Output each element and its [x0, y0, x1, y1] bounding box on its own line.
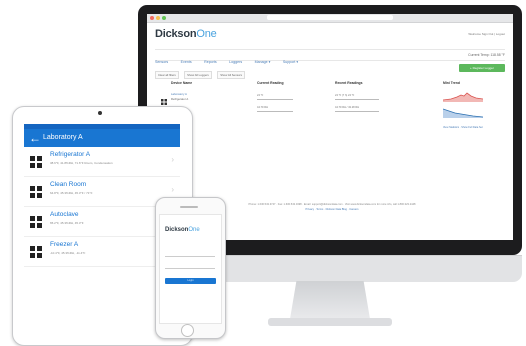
current-reading-value: 44.79 RH [257, 104, 293, 112]
app-logo[interactable]: DicksonOne [155, 28, 217, 40]
url-bar[interactable] [267, 15, 393, 20]
main-nav: Sensors Events Reports Loggers Manage ▾ … [155, 49, 505, 64]
nav-support[interactable]: Support ▾ [283, 60, 298, 64]
nav-manage[interactable]: Manage ▾ [255, 60, 271, 64]
logo-main: Dickson [155, 28, 197, 40]
item-readings: 38.6°F, 41.8%RH, 71.6°F Room, Condensati… [50, 161, 113, 165]
item-readings: -10.4°F, 45.3%RH, -11.4°F [50, 251, 86, 255]
chevron-right-icon: › [171, 185, 174, 194]
chevron-right-icon: › [171, 155, 174, 164]
ipad-header-title: Laboratory A [43, 134, 83, 141]
filter-clear[interactable]: Clear all filters [155, 71, 179, 79]
item-name: Refrigerator A [50, 151, 91, 158]
iphone-screen: DicksonOne Login [159, 214, 222, 324]
device-icon [161, 92, 167, 105]
filter-sensors[interactable]: Show All Sensors [217, 71, 246, 79]
grid-icon [30, 216, 42, 228]
item-readings: 65.2°F, 45.3%RH, 45.3°F [50, 221, 84, 225]
iphone-logo-main: Dickson [165, 227, 189, 233]
iphone-app-logo: DicksonOne [165, 227, 200, 233]
login-button[interactable]: Login [165, 278, 216, 284]
col-current-reading: Current Reading [257, 81, 284, 85]
close-dot[interactable] [150, 16, 154, 20]
filter-chips: Clear all filters Show All Loggers Show … [155, 63, 246, 81]
register-logger-button[interactable]: + Register Logger [459, 64, 505, 72]
row-device-name[interactable]: Laboratory A [171, 92, 187, 96]
grid-icon [30, 246, 42, 258]
imac-foot [268, 318, 392, 326]
item-readings: 64.8°F, 45.3%RH, 45.3°F / 71°F [50, 191, 93, 195]
password-field[interactable] [165, 261, 215, 269]
maximize-dot[interactable] [162, 16, 166, 20]
grid-icon [30, 186, 42, 198]
recent-reading-value: 44.79 RH / 43.28 RH [335, 104, 379, 112]
trend-links[interactable]: View Statistics · Show Full Data Set [443, 126, 483, 129]
iphone-speaker [180, 206, 198, 208]
filter-loggers[interactable]: Show All Loggers [184, 71, 212, 79]
minimize-dot[interactable] [156, 16, 160, 20]
col-device-name: Device Name [171, 81, 193, 85]
item-name: Freezer A [50, 241, 79, 248]
current-reading-field: 24 °F [257, 92, 293, 100]
item-name: Clean Room [50, 181, 87, 188]
imac-stand [290, 281, 370, 319]
iphone-logo-accent: One [188, 227, 200, 233]
logo-accent: One [196, 28, 217, 40]
recent-reading-field: 24 °F (7 h) 24 °F [335, 92, 379, 100]
home-button[interactable] [181, 324, 194, 337]
trend-sparkline-blue [443, 108, 483, 118]
username-field[interactable] [165, 249, 215, 257]
page-footer: Phone: 1.630.543.3747 · Fax: 1.630.543.0… [187, 202, 477, 212]
account-links[interactable]: Welcome Sign Out | Logout [468, 32, 505, 36]
col-mini-trend: Mini Trend [443, 81, 460, 85]
grid-icon [30, 156, 42, 168]
item-name: Autoclave [50, 211, 79, 218]
footer-links[interactable]: Privacy · Terms · Dickson Data Blog · Ca… [187, 207, 477, 212]
trend-sparkline-red [443, 92, 483, 102]
col-recent-readings: Recent Readings [335, 81, 363, 85]
row-device-sub: Refrigerator A [171, 97, 189, 101]
arrow-left-icon[interactable]: ← [29, 130, 41, 146]
list-item[interactable]: Refrigerator A 38.6°F, 41.8%RH, 71.6°F R… [24, 147, 180, 177]
current-temp: Current Temp: 118.58 °F [468, 53, 505, 57]
ipad-header: ← Laboratory A [24, 129, 180, 147]
ipad-camera [98, 111, 102, 115]
browser-bar [147, 14, 513, 23]
